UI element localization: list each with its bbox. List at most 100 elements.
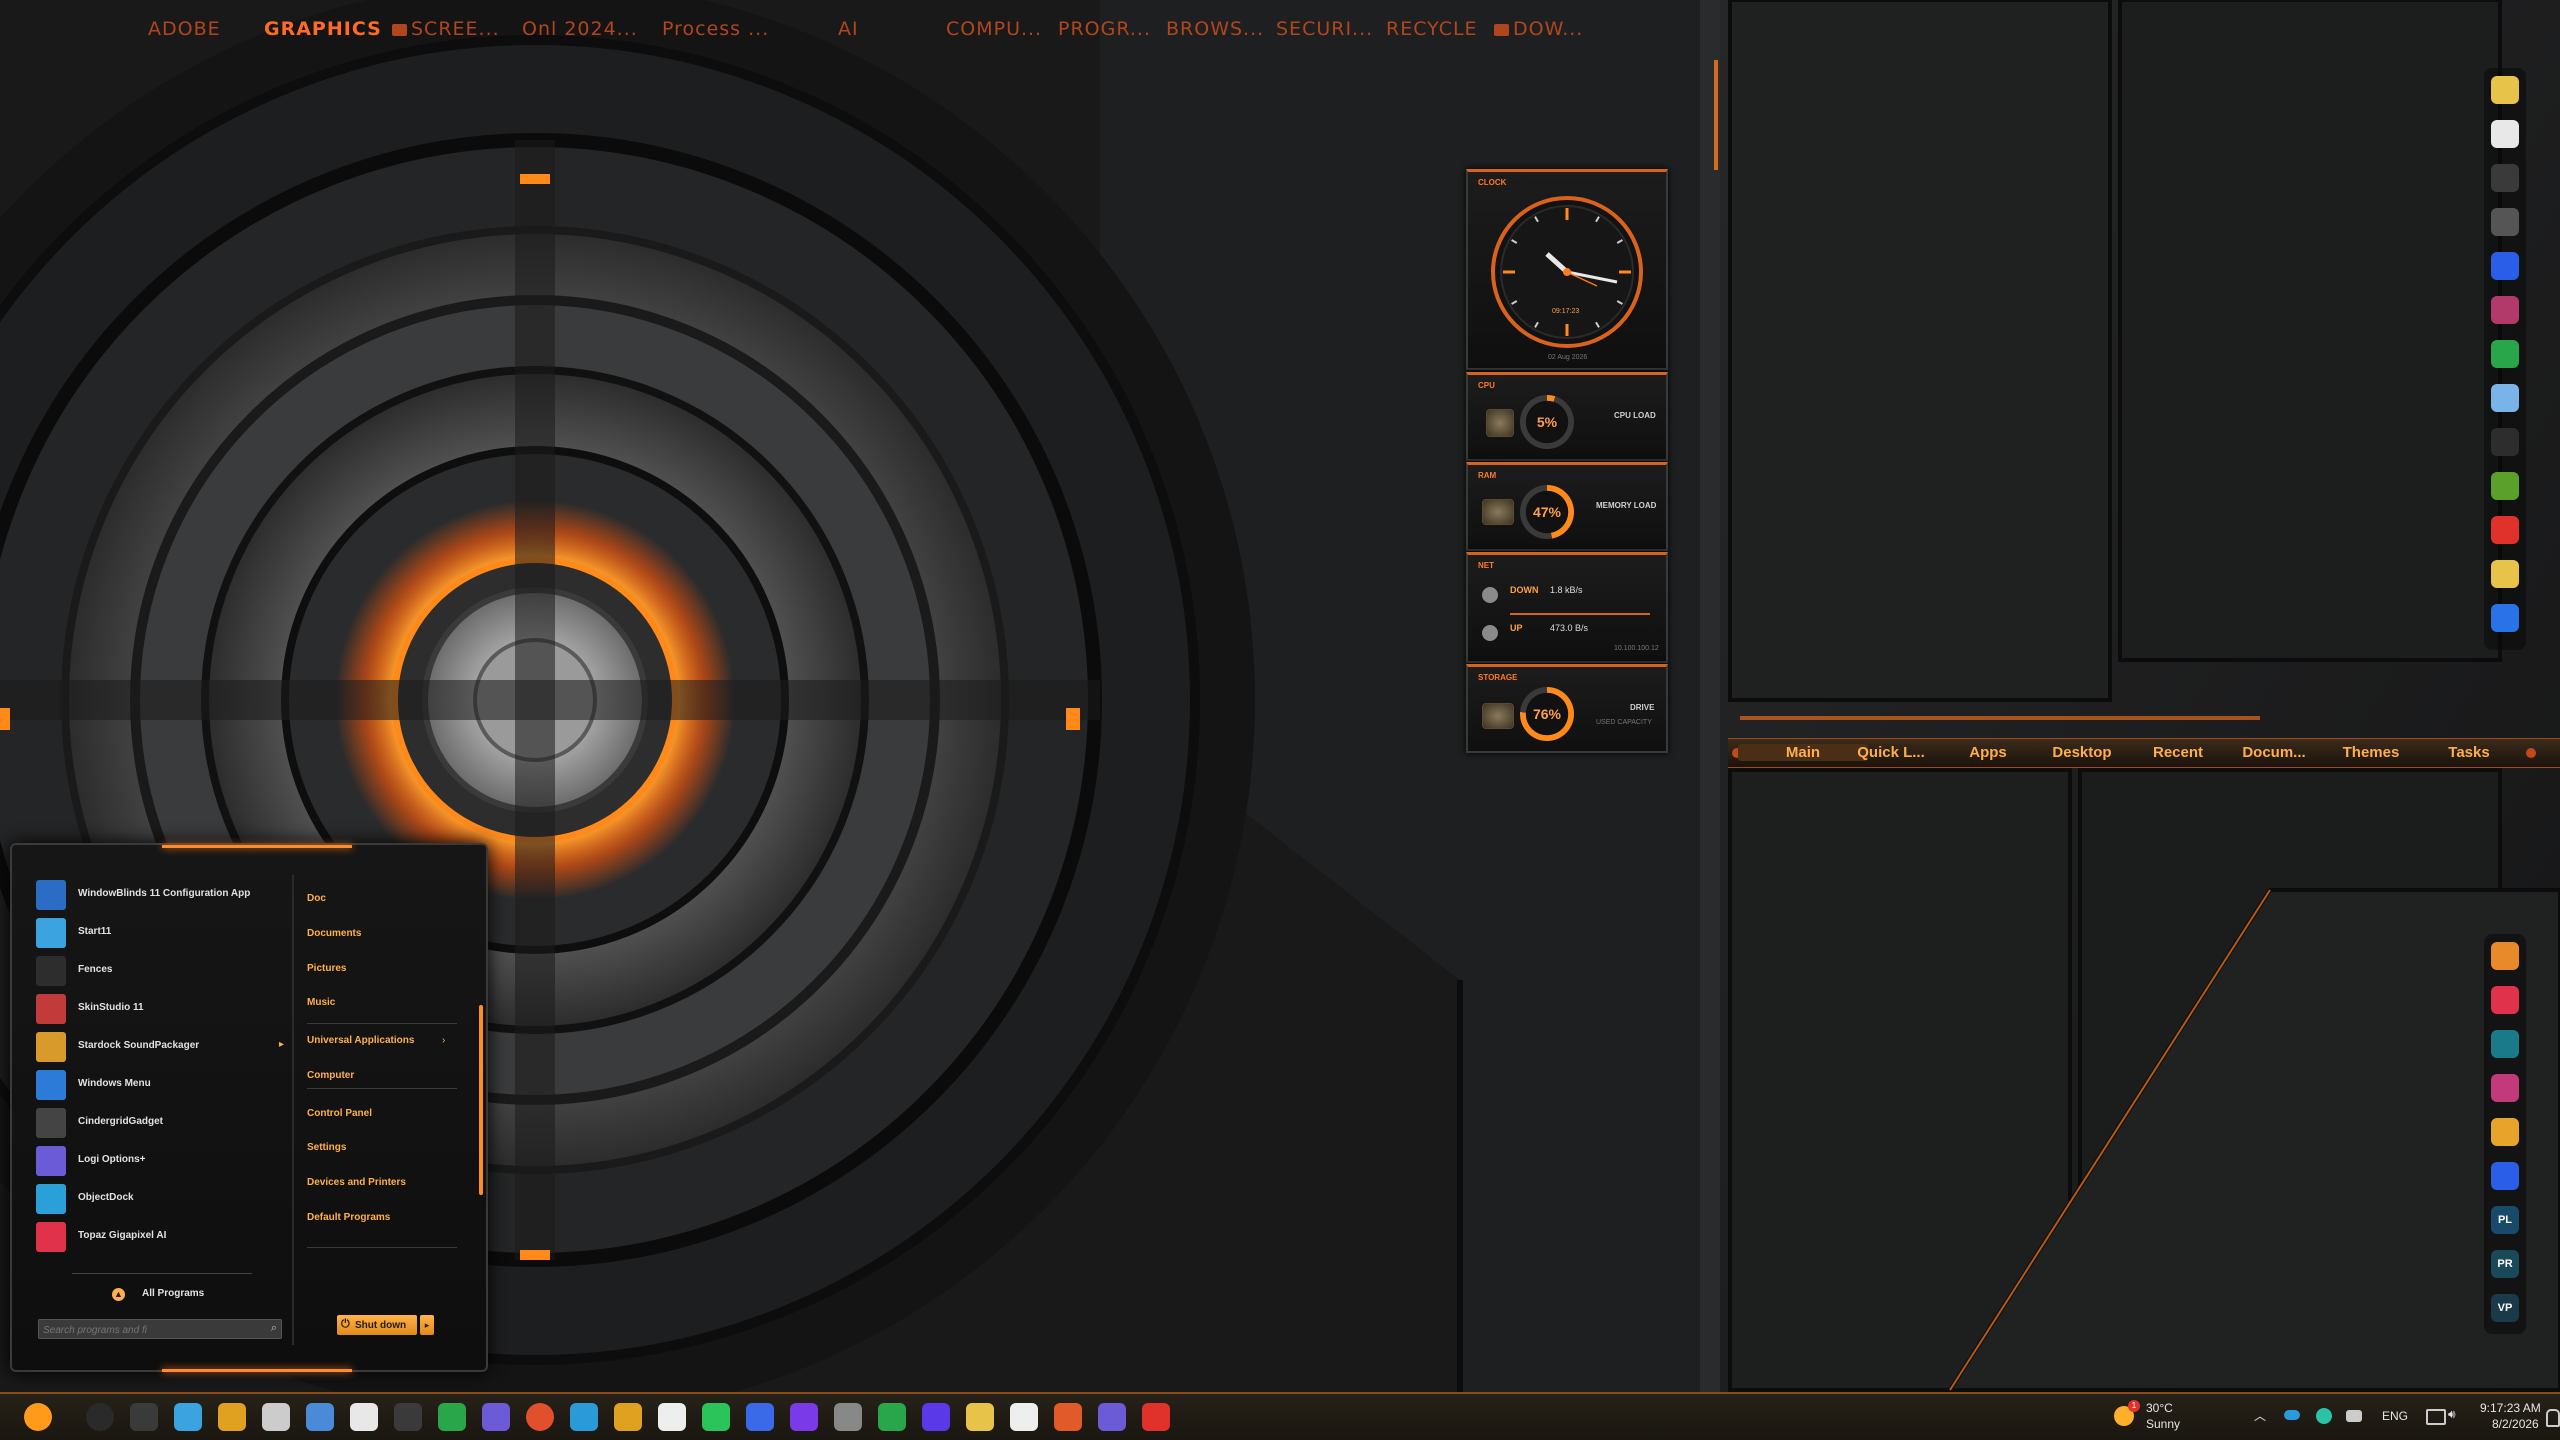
fence-tab-11[interactable]: RECYCLE [1386,18,1478,40]
start-app-item[interactable]: Logi Options+ [36,1144,286,1178]
utorrent-taskbar-icon[interactable] [878,1403,906,1431]
panel-tab-quick-l[interactable]: Quick L... [1846,744,1936,761]
start-place-doc[interactable]: Doc [307,893,326,904]
messenger-icon[interactable] [790,1403,818,1431]
vpn-icon[interactable] [922,1403,950,1431]
winrar-icon[interactable] [2491,296,2519,324]
wacom-icon[interactable] [2491,208,2519,236]
start-place-settings[interactable]: Settings [307,1142,346,1153]
weather-icon[interactable] [2491,560,2519,588]
anydesk-icon[interactable] [1142,1403,1170,1431]
creative-cloud-icon[interactable] [2491,986,2519,1014]
magnifier-icon[interactable] [2491,428,2519,456]
start-app-item[interactable]: CindergridGadget [36,1106,286,1140]
pr-icon[interactable]: PR [2491,1250,2519,1278]
start-app-item[interactable]: Fences [36,954,286,988]
start-app-item[interactable]: ObjectDock [36,1182,286,1216]
panel-tab-themes[interactable]: Themes [2322,744,2420,761]
teams-icon[interactable] [482,1403,510,1431]
xbox-icon[interactable] [438,1403,466,1431]
start-app-item[interactable]: SkinStudio 11 [36,992,286,1026]
teams-work-icon[interactable] [1098,1403,1126,1431]
start-place-computer[interactable]: Computer [307,1070,354,1081]
notification-bell-icon[interactable] [2546,1409,2560,1427]
clock-gadget[interactable]: CLOCK 09:17:23 02 Aug 2026 [1466,169,1668,370]
sparkle-icon[interactable] [2491,1118,2519,1146]
ram-gadget[interactable]: RAM 47% MEMORY LOAD [1466,462,1668,551]
pinned-app-icon[interactable] [262,1403,290,1431]
shell-icon[interactable] [1054,1403,1082,1431]
pdf-icon[interactable] [2491,516,2519,544]
panel-tab-docum[interactable]: Docum... [2224,744,2324,761]
cloud-icon[interactable] [2491,384,2519,412]
cpu-gadget[interactable]: CPU 5% CPU LOAD [1466,372,1668,461]
fence-tab-2[interactable]: GRAPHICS [264,18,382,40]
pl-icon[interactable]: PL [2491,1206,2519,1234]
teal-app-icon[interactable] [2491,1030,2519,1058]
fence-tab-5[interactable]: Process ... [662,18,769,40]
vp-icon[interactable]: VP [2491,1294,2519,1322]
fence-tab-9[interactable]: BROWS... [1166,18,1264,40]
media-player-icon[interactable] [658,1403,686,1431]
edge-icon[interactable] [570,1403,598,1431]
rocket-icon[interactable] [2491,164,2519,192]
calculator-icon[interactable] [306,1403,334,1431]
utorrent-icon[interactable] [2491,340,2519,368]
start-app-item[interactable]: Windows Menu [36,1068,286,1102]
google-chrome-icon[interactable] [614,1403,642,1431]
panel-tab-recent[interactable]: Recent [2130,744,2226,761]
fence-tab-10[interactable]: SECURI... [1276,18,1373,40]
search-icon[interactable] [86,1403,114,1431]
start-app-item[interactable]: Stardock SoundPackager ▸ [36,1030,286,1064]
file-explorer-icon[interactable] [174,1403,202,1431]
malwarebytes-icon[interactable] [2491,252,2519,280]
onedrive-icon[interactable] [2284,1410,2300,1420]
tray-overflow-chevron-icon[interactable]: ︿ [2254,1407,2266,1424]
start-menu-search-box[interactable]: ⌕ [38,1319,282,1340]
start-app-item[interactable]: WindowBlinds 11 Configuration App [36,878,286,912]
fence-tab-12[interactable]: DOW... [1494,18,1583,40]
fence-tab-3[interactable]: SCREE... [392,18,500,40]
paint-drop-icon[interactable] [350,1403,378,1431]
wacom-center-icon[interactable] [834,1403,862,1431]
dropbox-icon[interactable] [2491,604,2519,632]
start-place-music[interactable]: Music [307,997,335,1008]
weather-temperature[interactable]: 30°C [2146,1401,2173,1415]
start-place-documents[interactable]: Documents [307,928,361,939]
task-view-icon[interactable] [130,1403,158,1431]
chrome-icon[interactable] [218,1403,246,1431]
start-place-universal-applications[interactable]: Universal Applications [307,1035,414,1046]
fence-tab-4[interactable]: Onl 2024... [522,18,638,40]
network-tray-icon[interactable] [2346,1410,2362,1422]
start-menu-search-input[interactable] [39,1321,255,1340]
input-language[interactable]: ENG [2382,1409,2408,1423]
clock-time[interactable]: 9:17:23 AM [2480,1401,2541,1415]
nvidia-icon[interactable] [2491,472,2519,500]
edge-tray-icon[interactable] [2316,1408,2332,1424]
brave-icon[interactable] [526,1403,554,1431]
start-place-default-programs[interactable]: Default Programs [307,1212,390,1223]
fence-tab-1[interactable]: ADOBE [148,18,221,40]
start-menu-scrollbar[interactable] [479,1005,483,1195]
photo-editor-icon[interactable] [2491,942,2519,970]
start-place-control-panel[interactable]: Control Panel [307,1108,372,1119]
shutdown-button[interactable]: ⏻ Shut down [337,1315,417,1335]
fence-tab-7[interactable]: COMPU... [946,18,1042,40]
clock-date[interactable]: 8/2/2026 [2492,1417,2539,1431]
start-app-item[interactable]: Start11 [36,916,286,950]
launcher-icon[interactable] [394,1403,422,1431]
signal-icon[interactable] [746,1403,774,1431]
whatsapp-icon[interactable] [702,1403,730,1431]
volume-icon[interactable]: 🔊︎ [2448,1407,2456,1422]
start-place-devices-and-printers[interactable]: Devices and Printers [307,1177,406,1188]
panel-tab-apps[interactable]: Apps [1940,744,2036,761]
storage-gadget[interactable]: STORAGE 76% DRIVE USED CAPACITY [1466,664,1668,753]
start-orb-icon[interactable] [24,1403,52,1431]
chat-icon[interactable] [966,1403,994,1431]
shield-icon[interactable] [2491,1162,2519,1190]
instagram-icon[interactable] [2491,1074,2519,1102]
panel-tab-tasks[interactable]: Tasks [2420,744,2518,761]
start-place-pictures[interactable]: Pictures [307,963,346,974]
fence-tab-6[interactable]: AI [838,18,859,40]
net-gadget[interactable]: NET DOWN 1.8 kB/s UP 473.0 B/s 10.100.10… [1466,552,1668,663]
